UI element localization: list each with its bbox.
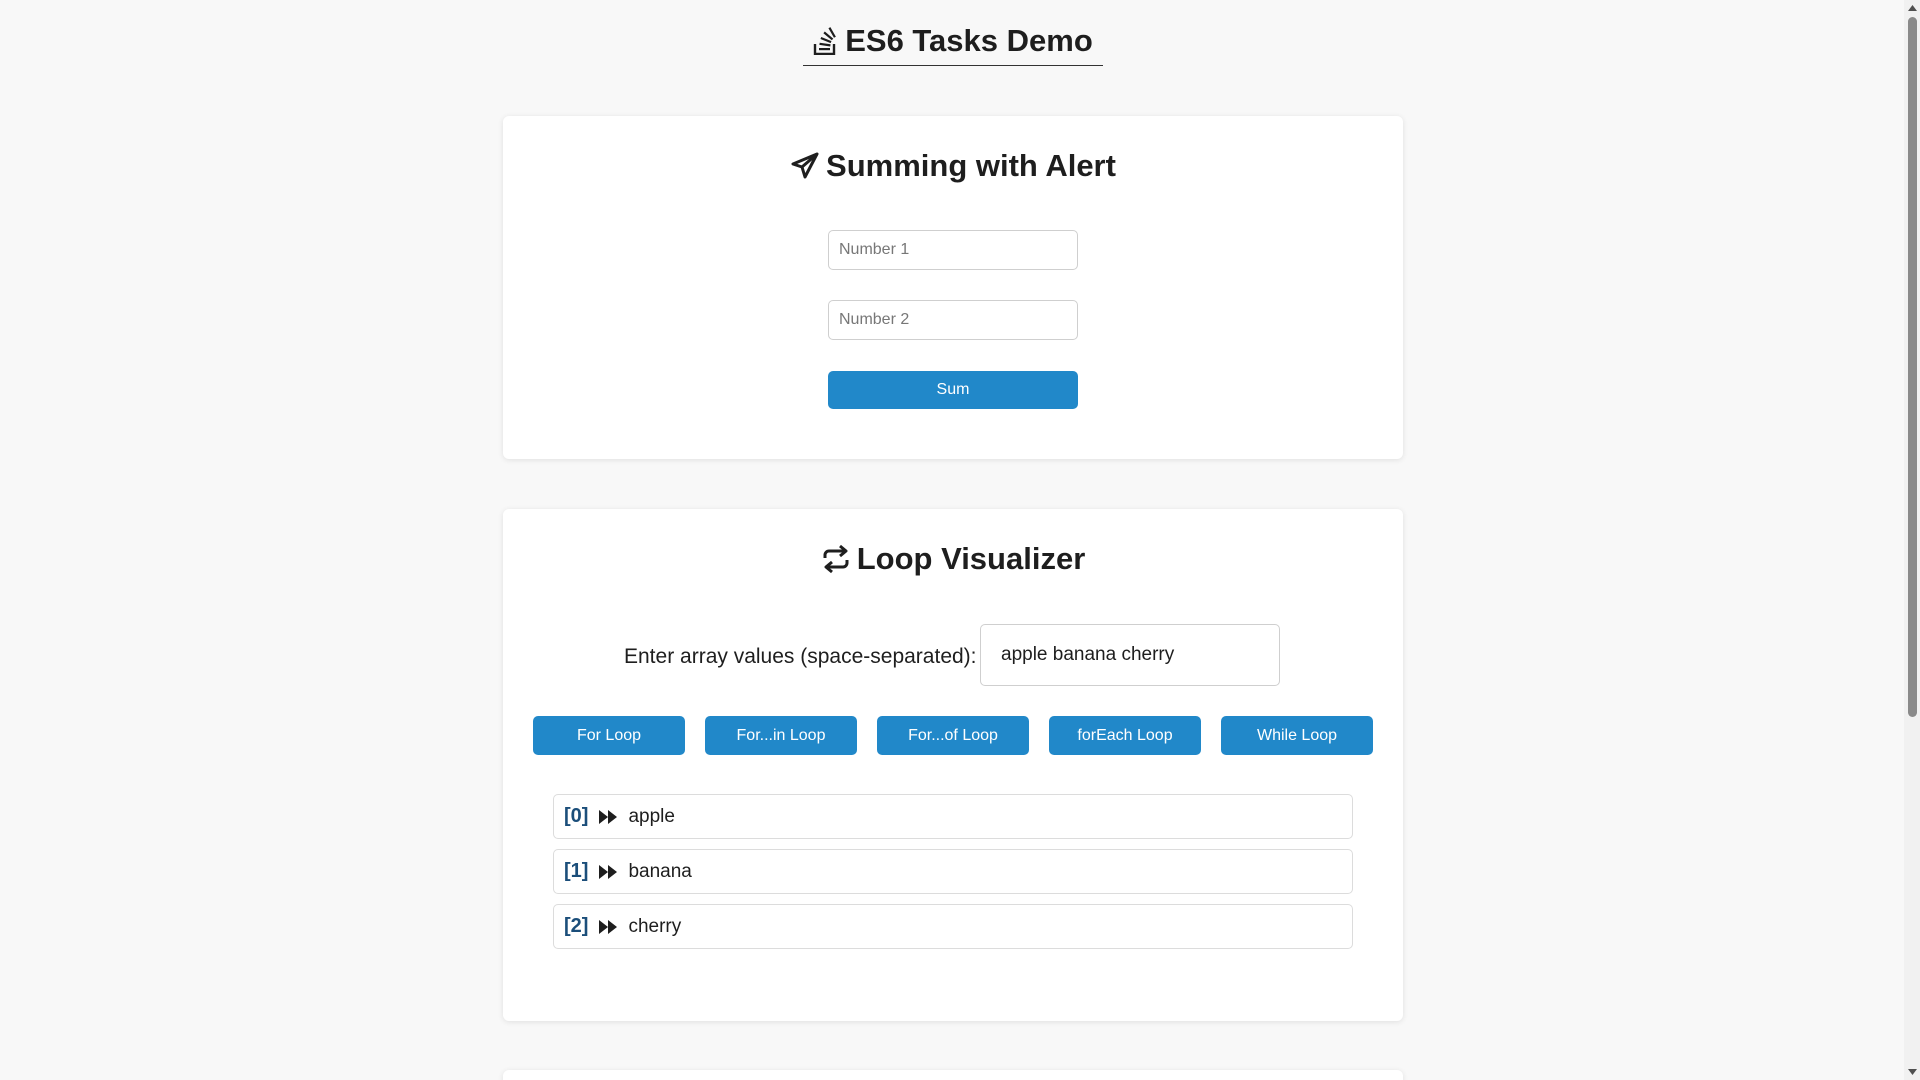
next-card — [503, 1070, 1403, 1080]
sum-button[interactable]: Sum — [828, 371, 1078, 409]
result-index: [1] — [564, 860, 589, 882]
page-title: ES6 Tasks Demo — [803, 16, 1103, 66]
result-row: [1] banana — [553, 849, 1353, 894]
result-row: [2] cherry — [553, 904, 1353, 949]
repeat-icon — [823, 544, 849, 574]
sum-card-title-text: Summing with Alert — [826, 148, 1116, 183]
page-viewport: ES6 Tasks Demo Summing with Alert Sum Lo… — [0, 0, 1904, 1080]
array-input-label: Enter array values (space-separated): — [624, 645, 977, 668]
while-loop-button[interactable]: While Loop — [1221, 716, 1373, 755]
scroll-up-arrow-icon[interactable] — [1904, 0, 1920, 16]
number-1-input[interactable] — [828, 230, 1078, 270]
result-value: banana — [628, 860, 692, 882]
for-of-loop-button[interactable]: For...of Loop — [877, 716, 1029, 755]
foreach-loop-button[interactable]: forEach Loop — [1049, 716, 1201, 755]
loop-visualizer-card: Loop Visualizer Enter array values (spac… — [503, 509, 1403, 1021]
fast-forward-icon — [599, 864, 618, 879]
scrollbar-thumb[interactable] — [1908, 17, 1917, 717]
result-index: [2] — [564, 915, 589, 937]
loop-card-title: Loop Visualizer — [503, 537, 1403, 581]
fast-forward-icon — [599, 809, 618, 824]
loop-card-title-text: Loop Visualizer — [856, 541, 1086, 576]
vertical-scrollbar[interactable] — [1904, 0, 1920, 1080]
for-in-loop-button[interactable]: For...in Loop — [705, 716, 857, 755]
page-title-text: ES6 Tasks Demo — [845, 22, 1093, 58]
fast-forward-icon — [599, 919, 618, 934]
result-value: apple — [628, 805, 675, 827]
paper-plane-icon — [791, 152, 819, 179]
array-values-input[interactable] — [980, 624, 1280, 686]
stack-overflow-icon — [814, 26, 837, 55]
result-value: cherry — [628, 915, 682, 937]
sum-card: Summing with Alert Sum — [503, 116, 1403, 459]
result-index: [0] — [564, 805, 589, 827]
scroll-down-arrow-icon[interactable] — [1904, 1064, 1920, 1080]
sum-card-title: Summing with Alert — [503, 144, 1403, 188]
number-2-input[interactable] — [828, 300, 1078, 340]
result-row: [0] apple — [553, 794, 1353, 839]
for-loop-button[interactable]: For Loop — [533, 716, 685, 755]
